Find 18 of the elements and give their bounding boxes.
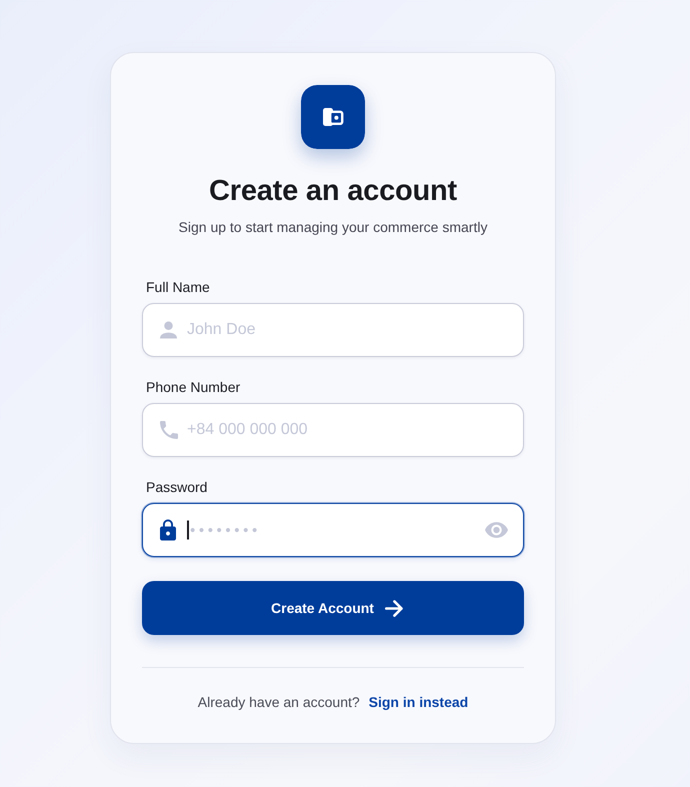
phone-icon bbox=[160, 421, 178, 439]
text-cursor bbox=[187, 520, 188, 540]
lock-icon bbox=[160, 520, 176, 540]
password-input-field[interactable]: •••••••• bbox=[142, 503, 524, 557]
field-label: Password bbox=[145, 478, 208, 497]
create-account-button[interactable]: Create Account bbox=[142, 581, 524, 635]
phone-input-field[interactable]: +84 000 000 000 bbox=[142, 403, 524, 457]
person-icon bbox=[160, 322, 177, 338]
page-subtitle: Sign up to start managing your commerce smartly bbox=[178, 218, 488, 237]
sign-in-link[interactable]: Sign in instead bbox=[368, 692, 468, 712]
field-label: Full Name bbox=[145, 278, 211, 297]
arrow-right-icon bbox=[384, 600, 403, 616]
wallet-icon bbox=[301, 85, 365, 149]
page-title: Create an account bbox=[208, 174, 457, 209]
account-prompt: Already have an account? bbox=[198, 693, 360, 712]
field-label: Phone Number bbox=[145, 378, 242, 397]
eye-icon[interactable] bbox=[485, 522, 508, 538]
name-input-field[interactable]: John Doe bbox=[142, 303, 524, 357]
